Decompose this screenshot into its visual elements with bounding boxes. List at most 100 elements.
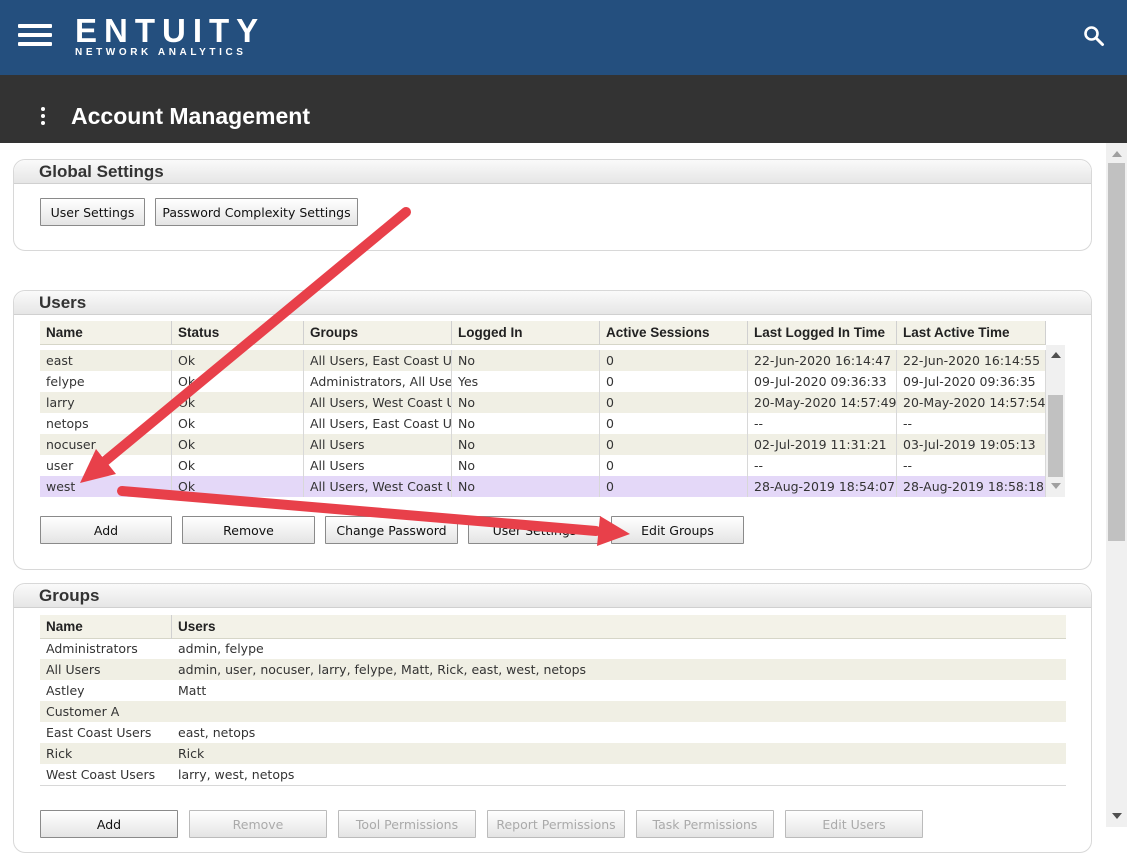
table-row[interactable]: netops Ok All Users, East Coast Users No… [40, 413, 1046, 434]
column-header-last-logged-in-time[interactable]: Last Logged In Time [748, 321, 897, 345]
page-scrollbar-thumb[interactable] [1108, 163, 1125, 541]
add-group-button[interactable]: Add [40, 810, 178, 838]
column-header-logged-in[interactable]: Logged In [452, 321, 600, 345]
scroll-up-arrow-icon[interactable] [1112, 151, 1122, 157]
cell-last-logged-in: -- [748, 413, 897, 434]
search-icon[interactable] [1083, 25, 1105, 47]
cell-logged-in: No [452, 476, 600, 497]
groups-table-bottom-border [40, 785, 1066, 786]
cell-group-name: All Users [46, 662, 101, 677]
page-title: Account Management [71, 103, 310, 129]
cell-last-active: -- [897, 413, 1046, 434]
cell-last-active: 28-Aug-2019 18:58:18 [897, 476, 1046, 497]
cell-group-name: Customer A [46, 704, 120, 719]
users-table-header: Name Status Groups Logged In Active Sess… [40, 321, 1046, 345]
cell-last-active: -- [897, 455, 1046, 476]
cell-status: Ok [172, 392, 304, 413]
top-header: ENTUITY NETWORK ANALYTICS [0, 0, 1127, 75]
cell-groups: All Users, East Coast Users [304, 350, 452, 371]
cell-logged-in: No [452, 455, 600, 476]
users-table-scrollbar[interactable] [1046, 345, 1065, 497]
scroll-down-arrow-icon[interactable] [1051, 483, 1061, 489]
entuity-logo: ENTUITY NETWORK ANALYTICS [75, 14, 265, 59]
cell-status: Ok [172, 434, 304, 455]
hamburger-menu-icon[interactable] [18, 24, 52, 48]
cell-last-logged-in: 20-May-2020 14:57:49 [748, 392, 897, 413]
column-header-groups[interactable]: Groups [304, 321, 452, 345]
table-row[interactable]: user Ok All Users No 0 -- -- [40, 455, 1046, 476]
cell-status: Ok [172, 455, 304, 476]
column-header-name[interactable]: Name [40, 615, 172, 639]
cell-group-users: admin, felype [178, 641, 264, 656]
remove-group-button[interactable]: Remove [189, 810, 327, 838]
cell-name: west [40, 476, 172, 497]
cell-last-logged-in: -- [748, 455, 897, 476]
remove-user-button[interactable]: Remove [182, 516, 315, 544]
user-settings-button[interactable]: User Settings [468, 516, 601, 544]
global-user-settings-button[interactable]: User Settings [40, 198, 145, 226]
cell-active-sessions: 0 [600, 455, 748, 476]
table-row[interactable]: nocuser Ok All Users No 0 02-Jul-2019 11… [40, 434, 1046, 455]
users-title: Users [39, 293, 87, 312]
cell-groups: All Users, East Coast Users [304, 413, 452, 434]
table-row[interactable]: Astley Matt [40, 680, 1066, 701]
cell-active-sessions: 0 [600, 371, 748, 392]
column-header-users[interactable]: Users [172, 615, 1066, 639]
password-complexity-settings-button[interactable]: Password Complexity Settings [155, 198, 358, 226]
table-row[interactable]: Rick Rick [40, 743, 1066, 764]
table-row[interactable]: East Coast Users east, netops [40, 722, 1066, 743]
add-user-button[interactable]: Add [40, 516, 172, 544]
table-row[interactable]: larry Ok All Users, West Coast Users No … [40, 392, 1046, 413]
cell-last-logged-in: 22-Jun-2020 16:14:47 [748, 350, 897, 371]
cell-name: netops [40, 413, 172, 434]
edit-users-button[interactable]: Edit Users [785, 810, 923, 838]
scroll-down-arrow-icon[interactable] [1112, 813, 1122, 819]
cell-active-sessions: 0 [600, 392, 748, 413]
table-row[interactable]: Administrators admin, felype [40, 638, 1066, 659]
change-password-button[interactable]: Change Password [325, 516, 458, 544]
page-scrollbar[interactable] [1106, 143, 1127, 827]
cell-group-users: Rick [178, 746, 205, 761]
cell-groups: All Users [304, 434, 452, 455]
cell-group-users: east, netops [178, 725, 256, 740]
column-header-active-sessions[interactable]: Active Sessions [600, 321, 748, 345]
kebab-menu-icon[interactable] [38, 107, 48, 127]
table-row[interactable]: felype Ok Administrators, All Users Yes … [40, 371, 1046, 392]
table-row-selected[interactable]: west Ok All Users, West Coast Users No 0… [40, 476, 1046, 497]
task-permissions-button[interactable]: Task Permissions [636, 810, 774, 838]
cell-logged-in: No [452, 392, 600, 413]
column-header-status[interactable]: Status [172, 321, 304, 345]
scroll-up-arrow-icon[interactable] [1051, 352, 1061, 358]
groups-table-header: Name Users [40, 615, 1066, 639]
groups-title: Groups [39, 586, 100, 605]
cell-group-users [172, 701, 1066, 722]
cell-active-sessions: 0 [600, 350, 748, 371]
brand-name: ENTUITY [75, 12, 266, 49]
cell-groups: All Users, West Coast Users [304, 476, 452, 497]
table-row[interactable]: east Ok All Users, East Coast Users No 0… [40, 350, 1046, 371]
cell-active-sessions: 0 [600, 413, 748, 434]
cell-logged-in: No [452, 434, 600, 455]
table-row[interactable]: West Coast Users larry, west, netops [40, 764, 1066, 785]
cell-group-users: Matt [178, 683, 207, 698]
column-header-name[interactable]: Name [40, 321, 172, 345]
table-row[interactable]: Customer A [40, 701, 1066, 722]
cell-status: Ok [172, 371, 304, 392]
cell-group-name: West Coast Users [46, 767, 156, 782]
cell-name: larry [40, 392, 172, 413]
tool-permissions-button[interactable]: Tool Permissions [338, 810, 476, 838]
cell-group-name: Rick [46, 746, 73, 761]
cell-status: Ok [172, 350, 304, 371]
edit-groups-button[interactable]: Edit Groups [611, 516, 744, 544]
table-row[interactable]: All Users admin, user, nocuser, larry, f… [40, 659, 1066, 680]
brand-subtitle: NETWORK ANALYTICS [75, 47, 247, 58]
cell-status: Ok [172, 476, 304, 497]
cell-logged-in: No [452, 350, 600, 371]
cell-groups: All Users [304, 455, 452, 476]
column-header-last-active-time[interactable]: Last Active Time [897, 321, 1046, 345]
cell-name: east [40, 350, 172, 371]
cell-group-users: admin, user, nocuser, larry, felype, Mat… [178, 662, 587, 677]
scrollbar-thumb[interactable] [1048, 395, 1063, 477]
cell-last-logged-in: 02-Jul-2019 11:31:21 [748, 434, 897, 455]
report-permissions-button[interactable]: Report Permissions [487, 810, 625, 838]
